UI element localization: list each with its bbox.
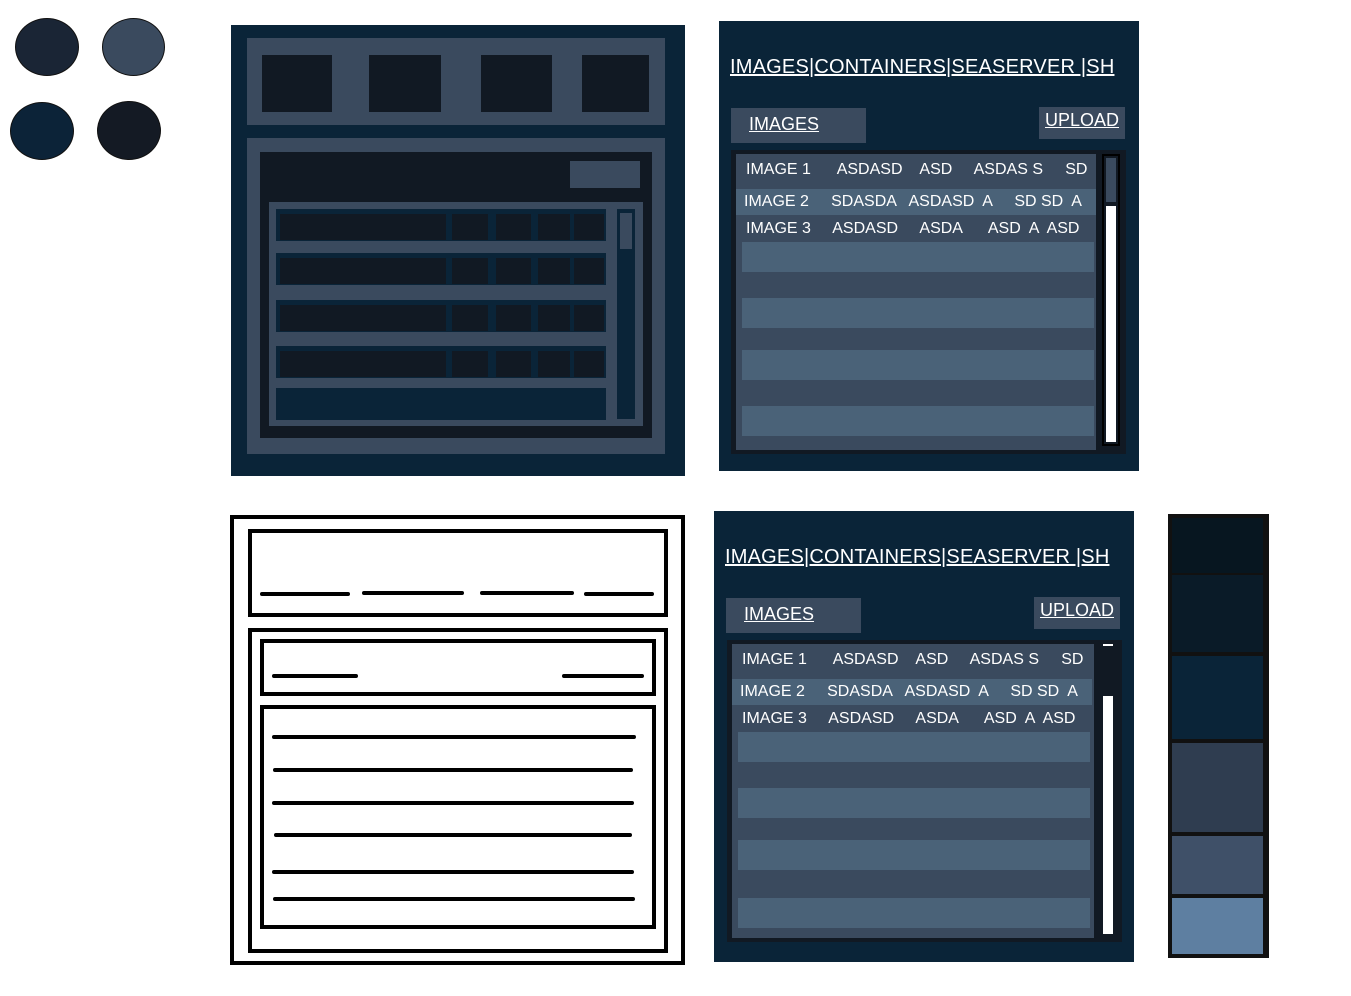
scrollbar[interactable]: [1102, 154, 1120, 446]
palette-dot: [10, 102, 74, 160]
tab-images[interactable]: IMAGES: [731, 108, 866, 143]
palette-swatch: [1172, 656, 1263, 739]
palette-swatch: [1172, 743, 1263, 832]
list-item[interactable]: IMAGE 1 ASDASD ASD ASDAS S SD: [732, 647, 1092, 673]
image-list: IMAGE 1 ASDASD ASD ASDAS S SD IMAGE 2 SD…: [727, 640, 1122, 942]
palette-swatch: [1172, 518, 1263, 573]
empty-row: [742, 242, 1094, 272]
header-block: [262, 55, 332, 112]
wireframe-table: [269, 202, 643, 426]
table-row: [274, 298, 608, 334]
empty-row: [742, 298, 1094, 328]
list-item[interactable]: IMAGE 2 SDASDA ASDASD A SD SD A: [736, 189, 1096, 215]
empty-row: [742, 350, 1094, 380]
header-block: [481, 55, 552, 112]
wireframe-body: [247, 138, 665, 454]
header-block: [369, 55, 441, 112]
outline-header: [248, 529, 668, 617]
empty-row: [742, 406, 1094, 436]
table-row: [274, 344, 608, 380]
empty-row: [738, 840, 1090, 870]
header-block: [582, 55, 649, 112]
upload-button[interactable]: UPLOAD: [1034, 597, 1120, 629]
palette-swatch: [1172, 898, 1263, 954]
wireframe-panel: [260, 152, 652, 438]
scrollbar-track-top: [1106, 158, 1116, 202]
scrollbar-thumb[interactable]: [1103, 696, 1113, 934]
empty-row: [738, 898, 1090, 928]
outline-wireframe: [230, 515, 685, 965]
list-item[interactable]: IMAGE 1 ASDASD ASD ASDAS S SD: [736, 157, 1096, 183]
screen-mockup: IMAGES|CONTAINERS|SEASERVER |SH IMAGES U…: [714, 511, 1134, 962]
list-item[interactable]: IMAGE 3 ASDASD ASDA ASD A ASD: [732, 706, 1092, 732]
outline-list: [260, 705, 656, 929]
wireframe-header: [247, 38, 665, 125]
nav-links[interactable]: IMAGES|CONTAINERS|SEASERVER |SH: [725, 546, 1109, 569]
scrollbar-cap: [1103, 644, 1113, 646]
wireframe-scrollbar: [615, 207, 637, 421]
palette-dot: [97, 101, 161, 160]
color-palette: [1168, 514, 1269, 958]
list-item[interactable]: IMAGE 2 SDASDA ASDASD A SD SD A: [732, 679, 1092, 705]
outline-toolbar: [260, 639, 656, 696]
palette-swatch: [1172, 836, 1263, 894]
palette-dot: [15, 18, 79, 76]
empty-row: [738, 788, 1090, 818]
screen-mockup: IMAGES|CONTAINERS|SEASERVER |SH IMAGES U…: [719, 21, 1139, 471]
table-row: [274, 207, 608, 243]
palette-swatch: [1172, 575, 1263, 652]
image-list: IMAGE 1 ASDASD ASD ASDAS S SD IMAGE 2 SD…: [731, 150, 1126, 454]
palette-dot: [102, 18, 165, 76]
list-rows: IMAGE 1 ASDASD ASD ASDAS S SD IMAGE 2 SD…: [732, 644, 1094, 938]
tab-images[interactable]: IMAGES: [726, 598, 861, 633]
scrollbar[interactable]: [1099, 644, 1117, 934]
upload-button[interactable]: UPLOAD: [1039, 107, 1125, 139]
scrollbar-thumb: [620, 213, 632, 249]
list-rows: IMAGE 1 ASDASD ASD ASDAS S SD IMAGE 2 SD…: [736, 154, 1096, 450]
table-row: [274, 386, 608, 422]
empty-row: [738, 732, 1090, 762]
outline-body: [248, 628, 668, 953]
table-row: [274, 251, 608, 287]
nav-links[interactable]: IMAGES|CONTAINERS|SEASERVER |SH: [730, 56, 1114, 79]
list-item[interactable]: IMAGE 3 ASDASD ASDA ASD A ASD: [736, 216, 1096, 242]
dark-wireframe: [231, 25, 685, 476]
scrollbar-thumb[interactable]: [1106, 206, 1116, 442]
wireframe-button: [570, 161, 640, 188]
